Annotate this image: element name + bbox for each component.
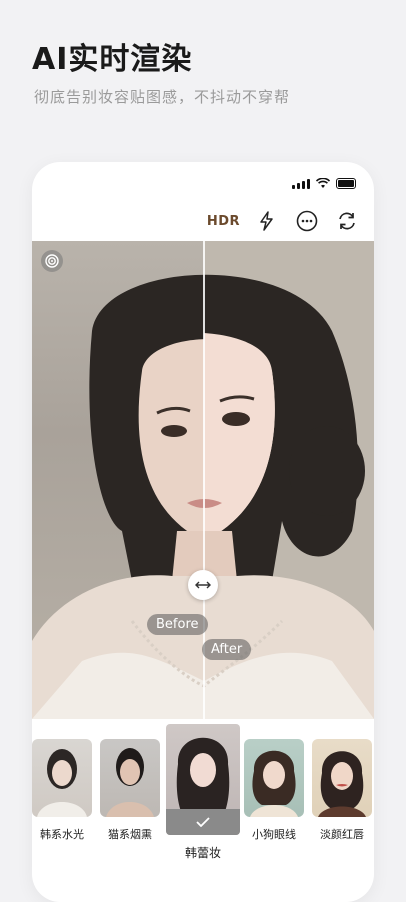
style-label: 淡颜红唇 — [320, 828, 364, 841]
before-after-photo: Before After — [32, 241, 374, 719]
style-card-5[interactable]: 淡颜红唇 — [312, 739, 372, 842]
camera-toolbar: HDR — [207, 208, 360, 234]
after-label: After — [202, 639, 252, 660]
style-label: 韩系水光 — [40, 828, 84, 841]
style-thumbnail — [312, 739, 372, 817]
selected-overlay — [166, 809, 240, 835]
more-icon[interactable] — [294, 208, 320, 234]
page-title: AI实时渲染 — [32, 42, 193, 77]
phone-frame: HDR Before After 韩系水光 猫系烟熏 韩蕾妆 小狗眼线 淡颜红唇 — [32, 162, 374, 902]
style-card-2[interactable]: 猫系烟熏 — [100, 739, 160, 842]
style-thumbnail — [100, 739, 160, 817]
compare-slider-handle[interactable] — [188, 570, 218, 600]
style-thumbnail — [244, 739, 304, 817]
makeup-style-carousel: 韩系水光 猫系烟熏 韩蕾妆 小狗眼线 淡颜红唇 — [32, 719, 374, 869]
status-bar — [292, 178, 356, 189]
wifi-icon — [316, 178, 330, 188]
switch-camera-icon[interactable] — [334, 208, 360, 234]
style-card-1[interactable]: 韩系水光 — [32, 739, 92, 842]
style-thumbnail — [166, 724, 240, 835]
left-right-arrow-icon — [195, 581, 211, 589]
style-thumbnail — [32, 739, 92, 817]
target-icon — [45, 254, 59, 268]
style-card-4[interactable]: 小狗眼线 — [244, 739, 304, 842]
hdr-toggle[interactable]: HDR — [207, 214, 240, 229]
signal-icon — [292, 178, 310, 189]
style-label: 小狗眼线 — [252, 828, 296, 841]
makeup-settings-button[interactable] — [41, 250, 63, 272]
style-label: 猫系烟熏 — [108, 828, 152, 841]
battery-icon — [336, 178, 356, 189]
style-label: 韩蕾妆 — [184, 846, 221, 860]
page-subtitle: 彻底告别妆容贴图感，不抖动不穿帮 — [34, 88, 291, 106]
style-card-3-selected[interactable]: 韩蕾妆 — [166, 724, 240, 861]
before-label: Before — [147, 614, 208, 635]
check-icon — [196, 817, 210, 827]
flash-auto-icon[interactable] — [254, 208, 280, 234]
